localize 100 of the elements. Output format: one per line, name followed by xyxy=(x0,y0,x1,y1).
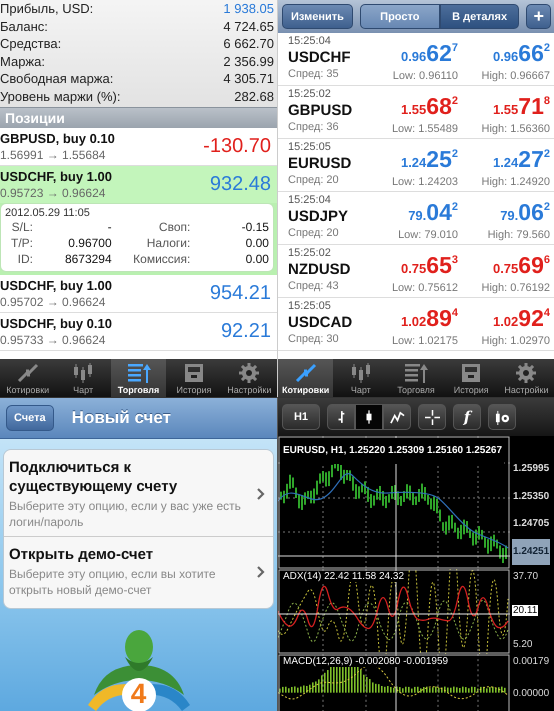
quote-time: 15:25:02 xyxy=(288,88,332,100)
quote-time: 15:25:02 xyxy=(288,247,332,259)
low-price: Low: 1.02175 xyxy=(392,335,458,347)
detail-value: 8673294 xyxy=(64,251,112,267)
tab-bar-item[interactable]: Чарт xyxy=(55,359,111,397)
position-prices: 0.95723 → 0.96624 xyxy=(0,186,106,200)
chart-type-button[interactable] xyxy=(383,404,411,430)
detail-value: 0.00 xyxy=(244,251,269,267)
bar-chart-icon xyxy=(336,410,346,424)
spread-text: Спред: 43 xyxy=(288,280,340,292)
spread-text: Спред: 35 xyxy=(288,68,340,80)
quote-time: 15:25:05 xyxy=(288,141,332,153)
indicator-settings-button[interactable] xyxy=(488,404,516,430)
high-price: High: 79.560 xyxy=(488,229,550,241)
axis-label: 1.25350 xyxy=(512,490,550,504)
symbol-name: USDJPY xyxy=(288,208,350,225)
summary-value: 6 662.70 xyxy=(223,35,274,52)
position-prices: 0.95702 → 0.96624 xyxy=(0,295,106,309)
arrows-icon xyxy=(16,362,40,384)
tab-bar-item[interactable]: Котировки xyxy=(0,359,56,397)
axis-label: 1.24251 xyxy=(512,538,550,565)
ask-price: 1.0292$^{4}$ xyxy=(492,305,550,333)
symbol-name: EURUSD xyxy=(288,155,352,172)
quote-row[interactable]: 15:25:02 NZDUSD Спред: 43 0.7565$^{3}$ Low: 0.75612 0.7569$^{6}$ High: 0.76192 xyxy=(278,245,554,298)
tab-bar-item[interactable]: Торговля xyxy=(110,359,166,397)
spread-text: Спред: 20 xyxy=(288,227,340,239)
bid-price: 1.5568$^{2}$ xyxy=(400,93,458,121)
summary-label: Маржа: xyxy=(0,52,45,70)
tab-bar-item[interactable]: Настройки xyxy=(498,359,554,397)
profit-value: -130.70 xyxy=(203,135,271,158)
summary-value: 1 938.05 xyxy=(223,0,274,18)
timeframe-button[interactable]: H1 xyxy=(282,404,320,430)
screen-title: Новый счет xyxy=(72,408,171,428)
axis-label: 37.70 xyxy=(512,571,540,582)
arrows-icon xyxy=(294,362,318,384)
option-title: Подключиться к существующему счету xyxy=(9,458,178,496)
quote-time: 15:25:05 xyxy=(288,300,332,312)
ask-price: 0.7569$^{6}$ xyxy=(492,252,550,280)
bid-price: 1.0289$^{4}$ xyxy=(400,305,458,333)
detail-label: Своп: xyxy=(158,219,190,235)
list-icon xyxy=(126,362,151,384)
spread-text: Спред: 30 xyxy=(288,333,340,345)
candlestick-icon xyxy=(364,410,374,424)
list-icon xyxy=(404,362,428,384)
position-title: GBPUSD, buy 0.10 xyxy=(0,131,115,146)
summary-label: Прибыль, USD: xyxy=(0,0,94,18)
summary-value: 4 724.65 xyxy=(223,18,274,35)
ask-price: 79.06$^{2}$ xyxy=(500,199,550,227)
add-button[interactable]: + xyxy=(526,4,551,29)
quote-row[interactable]: 15:25:04 USDJPY Спред: 20 79.04$^{2}$ Low: 79.010 79.06$^{2}$ High: 79.560 xyxy=(278,192,554,245)
indicator-function-button[interactable]: f xyxy=(453,404,481,430)
chart-type-button[interactable] xyxy=(327,404,355,430)
detail-label: Комиссия: xyxy=(132,251,190,267)
ask-price: 1.5571$^{8}$ xyxy=(492,93,550,121)
tab-bar-item[interactable]: Котировки xyxy=(278,359,334,397)
settings-icon xyxy=(237,362,262,384)
option-description: Выберите эту опцию, если вы хотите открыть новый демо-счет xyxy=(9,566,217,598)
bid-price: 1.2425$^{2}$ xyxy=(400,146,458,174)
symbol-name: USDCHF xyxy=(288,49,352,66)
ask-price: 1.2427$^{2}$ xyxy=(492,146,550,174)
symbol-name: NZDUSD xyxy=(288,261,352,278)
crosshair-button[interactable] xyxy=(418,404,446,430)
spread-text: Спред: 20 xyxy=(288,174,340,186)
candles-gear-icon xyxy=(494,410,510,424)
profit-value: 932.48 xyxy=(210,173,271,196)
quote-row[interactable]: 15:25:04 USDCHF Спред: 35 0.9662$^{7}$ Low: 0.96110 0.9666$^{2}$ High: 0.96667 xyxy=(278,33,554,86)
low-price: Low: 0.96110 xyxy=(392,70,458,82)
position-row[interactable]: USDCHF, buy 1.00 0.95723 → 0.96624 932.48 xyxy=(0,166,277,203)
high-price: High: 0.96667 xyxy=(482,70,550,82)
summary-value: 282.68 xyxy=(234,88,274,105)
detail-label: ID: xyxy=(16,251,33,267)
detail-label: Налоги: xyxy=(146,235,190,251)
edit-button[interactable]: Изменить xyxy=(282,4,353,29)
back-button[interactable]: Счета xyxy=(6,405,54,431)
high-price: High: 1.24920 xyxy=(482,176,550,188)
tab-bar-item[interactable]: Чарт xyxy=(333,359,388,397)
view-mode-tab[interactable]: В деталях xyxy=(440,4,520,29)
tab-bar-item[interactable]: Торговля xyxy=(388,359,444,397)
position-title: USDCHF, buy 1.00 xyxy=(0,278,112,293)
chevron-icon xyxy=(257,488,265,500)
quote-time: 15:25:04 xyxy=(288,194,332,206)
crosshair-icon xyxy=(424,410,440,424)
high-price: High: 1.02970 xyxy=(482,335,550,347)
option-item[interactable]: Открыть демо-счет Выберите эту опцию, если вы хотите открыть новый демо-счет xyxy=(4,537,273,608)
chart-type-button[interactable] xyxy=(355,404,383,430)
quote-row[interactable]: 15:25:05 USDCAD Спред: 30 1.0289$^{4}$ Low: 1.02175 1.0292$^{4}$ High: 1.02970 xyxy=(278,298,554,351)
quote-row[interactable]: 15:25:02 GBPUSD Спред: 36 1.5568$^{2}$ Low: 1.55489 1.5571$^{8}$ High: 1.56360 xyxy=(278,86,554,139)
position-prices: 0.95733 → 0.96624 xyxy=(0,333,106,347)
quote-row[interactable]: 15:25:05 EURUSD Спред: 20 1.2425$^{2}$ Low: 1.24203 1.2427$^{2}$ High: 1.24920 xyxy=(278,139,554,192)
bid-price: 79.04$^{2}$ xyxy=(408,199,458,227)
detail-label: T/P: xyxy=(10,235,33,251)
tab-bar-item[interactable]: Настройки xyxy=(222,359,277,397)
option-item[interactable]: Подключиться к существующему счету Выберите эту опцию, если у вас уже есть логин/пароль xyxy=(4,450,273,537)
symbol-name: USDCAD xyxy=(288,314,354,331)
open-time: 2012.05.29 11:05 xyxy=(5,207,91,219)
summary-label: Свободная маржа: xyxy=(0,70,114,88)
axis-label: 0.00179 xyxy=(512,656,550,667)
tab-bar-item[interactable]: История xyxy=(444,359,499,397)
tab-bar-item[interactable]: История xyxy=(166,359,222,397)
detail-value: 0.00 xyxy=(244,235,269,251)
